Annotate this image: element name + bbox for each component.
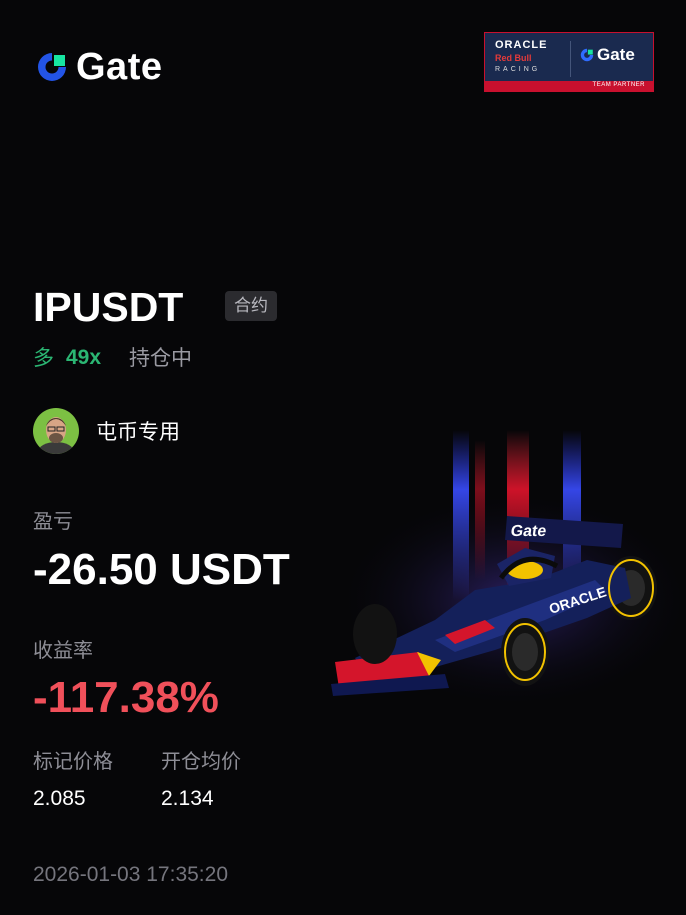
leverage-value: 49x <box>66 346 102 369</box>
team-partner-label: TEAM PARTNER <box>592 82 645 88</box>
position-status: 持仓中 <box>129 346 192 370</box>
trading-pair-symbol: IPUSDT <box>33 284 184 330</box>
mark-price-label: 标记价格 <box>33 749 113 773</box>
roi-label: 收益率 <box>33 638 93 662</box>
pnl-value: -26.50 USDT <box>33 545 290 594</box>
gate-logo: Gate <box>34 48 162 86</box>
pnl-label: 盈亏 <box>33 509 73 533</box>
user-avatar-icon <box>33 408 79 454</box>
contract-type-tag: 合约 <box>225 291 277 321</box>
badge-divider <box>570 41 571 77</box>
gate-logo-icon <box>38 53 66 81</box>
oracle-wordmark: ORACLE <box>495 39 548 51</box>
position-direction: 多 <box>33 346 54 370</box>
entry-price-label: 开仓均价 <box>161 749 241 773</box>
badge-gate-logo: Gate <box>579 45 635 65</box>
racing-wordmark: RACING <box>495 66 541 73</box>
team-partner-badge: ORACLE Red Bull RACING Gate TEAM PARTNER <box>484 32 654 92</box>
roi-value: -117.38% <box>33 673 219 722</box>
entry-price-value: 2.134 <box>161 787 214 810</box>
user-name: 屯币专用 <box>96 420 180 444</box>
brand-name: Gate <box>76 46 163 88</box>
f1-car-illustration: Gate ORACLE <box>331 430 686 710</box>
redbull-wordmark: Red Bull <box>495 53 532 63</box>
user-avatar <box>33 408 79 454</box>
mark-price-value: 2.085 <box>33 787 86 810</box>
share-timestamp: 2026-01-03 17:35:20 <box>33 863 228 886</box>
svg-text:Gate: Gate <box>510 522 548 540</box>
gate-logo-icon <box>580 48 594 62</box>
badge-strip: TEAM PARTNER <box>485 81 653 91</box>
